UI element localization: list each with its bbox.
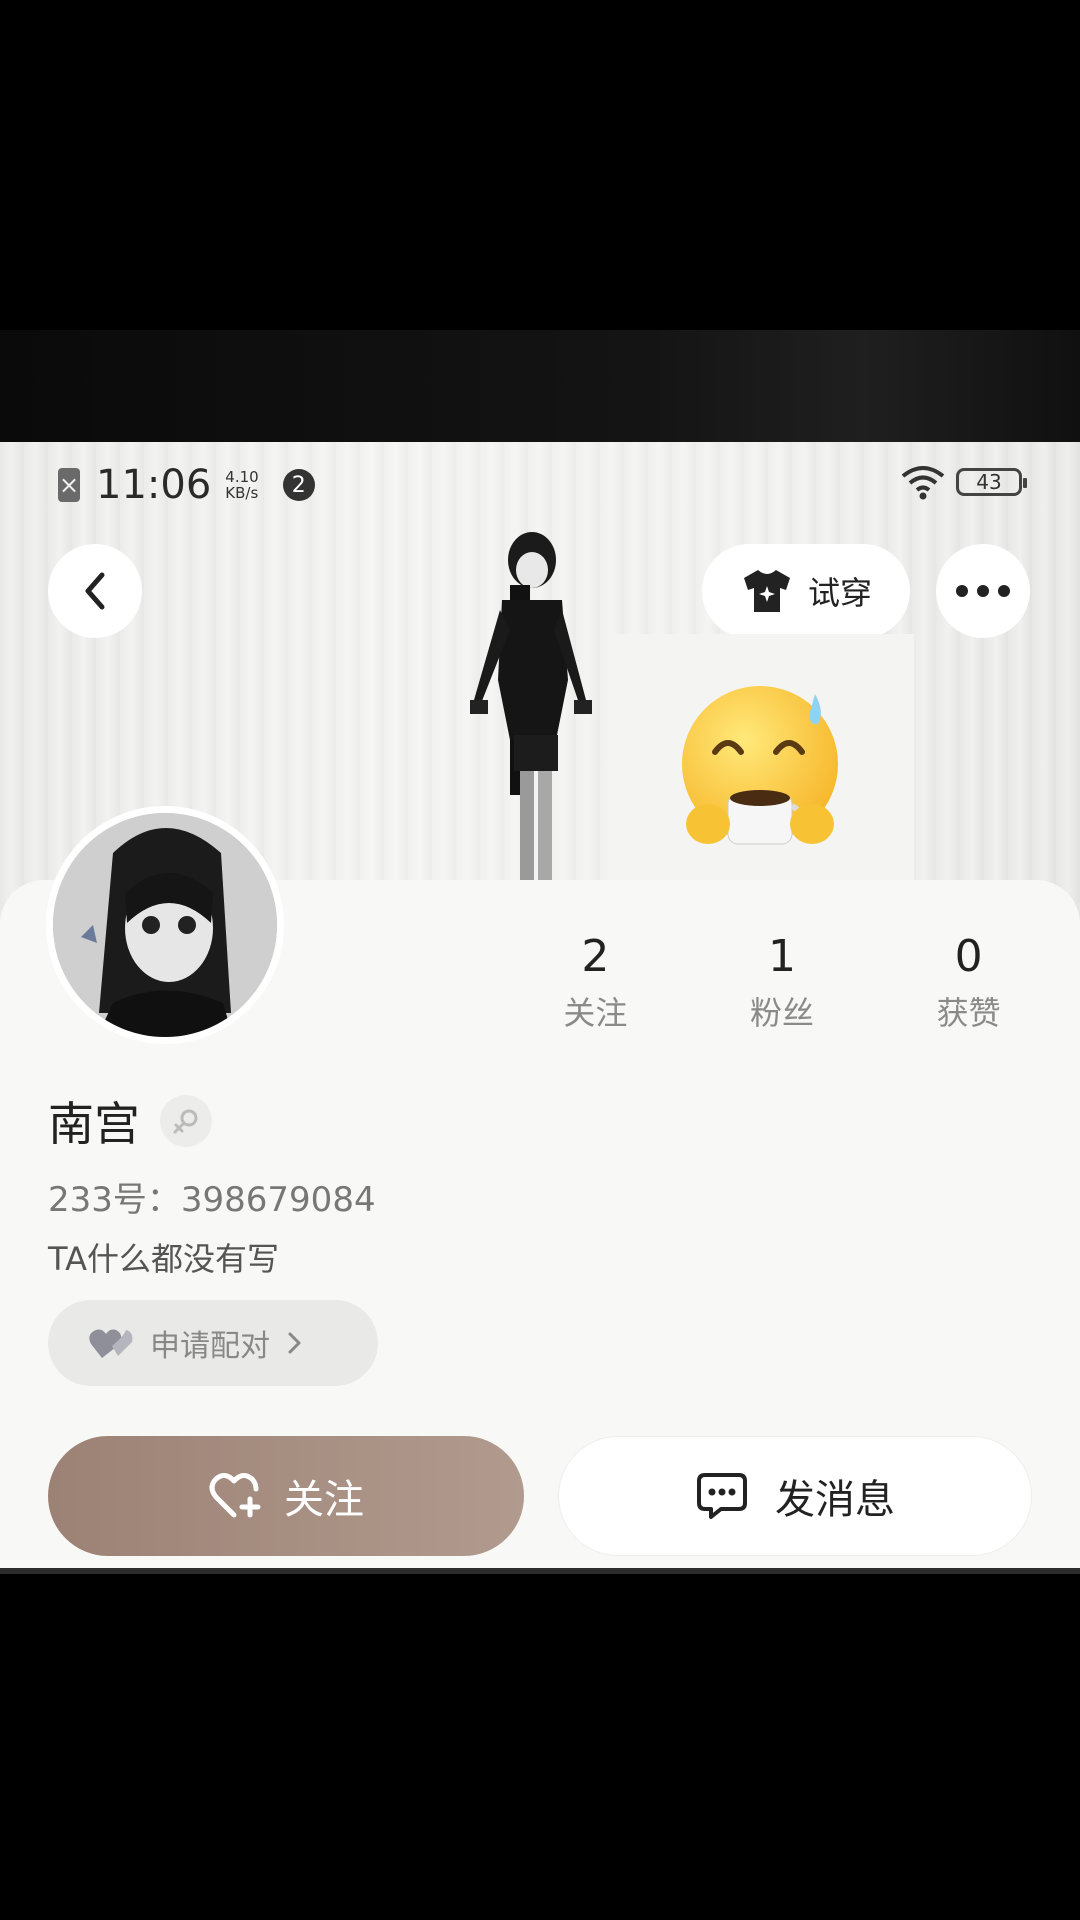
stat-value: 1	[768, 931, 796, 982]
status-bar: 11:06 4.10 KB/s 2 43	[0, 442, 1080, 530]
name-row: 南宫	[48, 1088, 212, 1154]
follow-label: 关注	[284, 1477, 364, 1523]
stat-likes[interactable]: 0 获赞	[873, 932, 1064, 1034]
notification-count-badge: 2	[282, 469, 315, 501]
profile-avatar[interactable]	[46, 806, 284, 1044]
chat-bubble-icon	[697, 1473, 747, 1519]
battery-indicator: 43	[956, 468, 1027, 496]
emoji-sticker	[610, 634, 914, 884]
try-on-button[interactable]: 试穿	[702, 544, 910, 638]
status-left: 11:06 4.10 KB/s 2	[58, 462, 315, 508]
stat-label: 粉丝	[750, 994, 815, 1032]
video-bottom-line	[0, 1568, 1080, 1574]
stat-label: 关注	[563, 994, 628, 1032]
user-bio: TA什么都没有写	[48, 1240, 279, 1278]
more-options-button[interactable]	[936, 544, 1030, 638]
gender-badge	[160, 1095, 212, 1147]
coffee-emoji-icon	[682, 686, 838, 845]
status-time: 11:06	[96, 462, 212, 508]
follow-button[interactable]: 关注	[48, 1436, 524, 1556]
avatar-image	[53, 813, 277, 1037]
stat-value: 2	[581, 931, 610, 982]
chevron-right-icon	[288, 1332, 301, 1354]
pair-label: 申请配对	[150, 1329, 270, 1364]
status-right: 43	[900, 464, 1027, 500]
gender-icon	[173, 1109, 198, 1134]
message-label: 发消息	[775, 1477, 895, 1523]
avatar-3d-figure	[470, 532, 592, 900]
network-speed-value: 4.10	[225, 468, 259, 486]
profile-screen: 11:06 4.10 KB/s 2 43	[0, 442, 1080, 1570]
network-speed-unit: KB/s	[225, 484, 259, 502]
more-dots-icon	[956, 585, 1010, 597]
try-on-label: 试穿	[807, 574, 872, 612]
tshirt-icon	[743, 570, 790, 612]
network-speed: 4.10 KB/s	[225, 469, 258, 501]
stats-row: 2 关注 1 粉丝 0 获赞	[500, 932, 1060, 1034]
no-sim-icon	[58, 468, 80, 502]
stat-followers[interactable]: 1 粉丝	[687, 932, 878, 1034]
back-button[interactable]	[48, 544, 142, 638]
stat-value: 0	[954, 931, 983, 982]
send-message-button[interactable]: 发消息	[558, 1436, 1032, 1556]
heart-icon	[89, 1329, 133, 1358]
stat-label: 获赞	[936, 994, 1001, 1032]
request-pair-button[interactable]: 申请配对	[48, 1300, 378, 1386]
wifi-icon	[901, 466, 945, 500]
video-top-band	[0, 330, 1080, 442]
stat-following[interactable]: 2 关注	[500, 932, 691, 1034]
avatar-portrait-icon	[53, 813, 277, 1037]
heart-plus-icon	[209, 1473, 261, 1518]
chevron-left-icon	[85, 572, 105, 610]
user-id: 233号：398679084	[48, 1180, 376, 1220]
user-name: 南宫	[48, 1097, 140, 1151]
